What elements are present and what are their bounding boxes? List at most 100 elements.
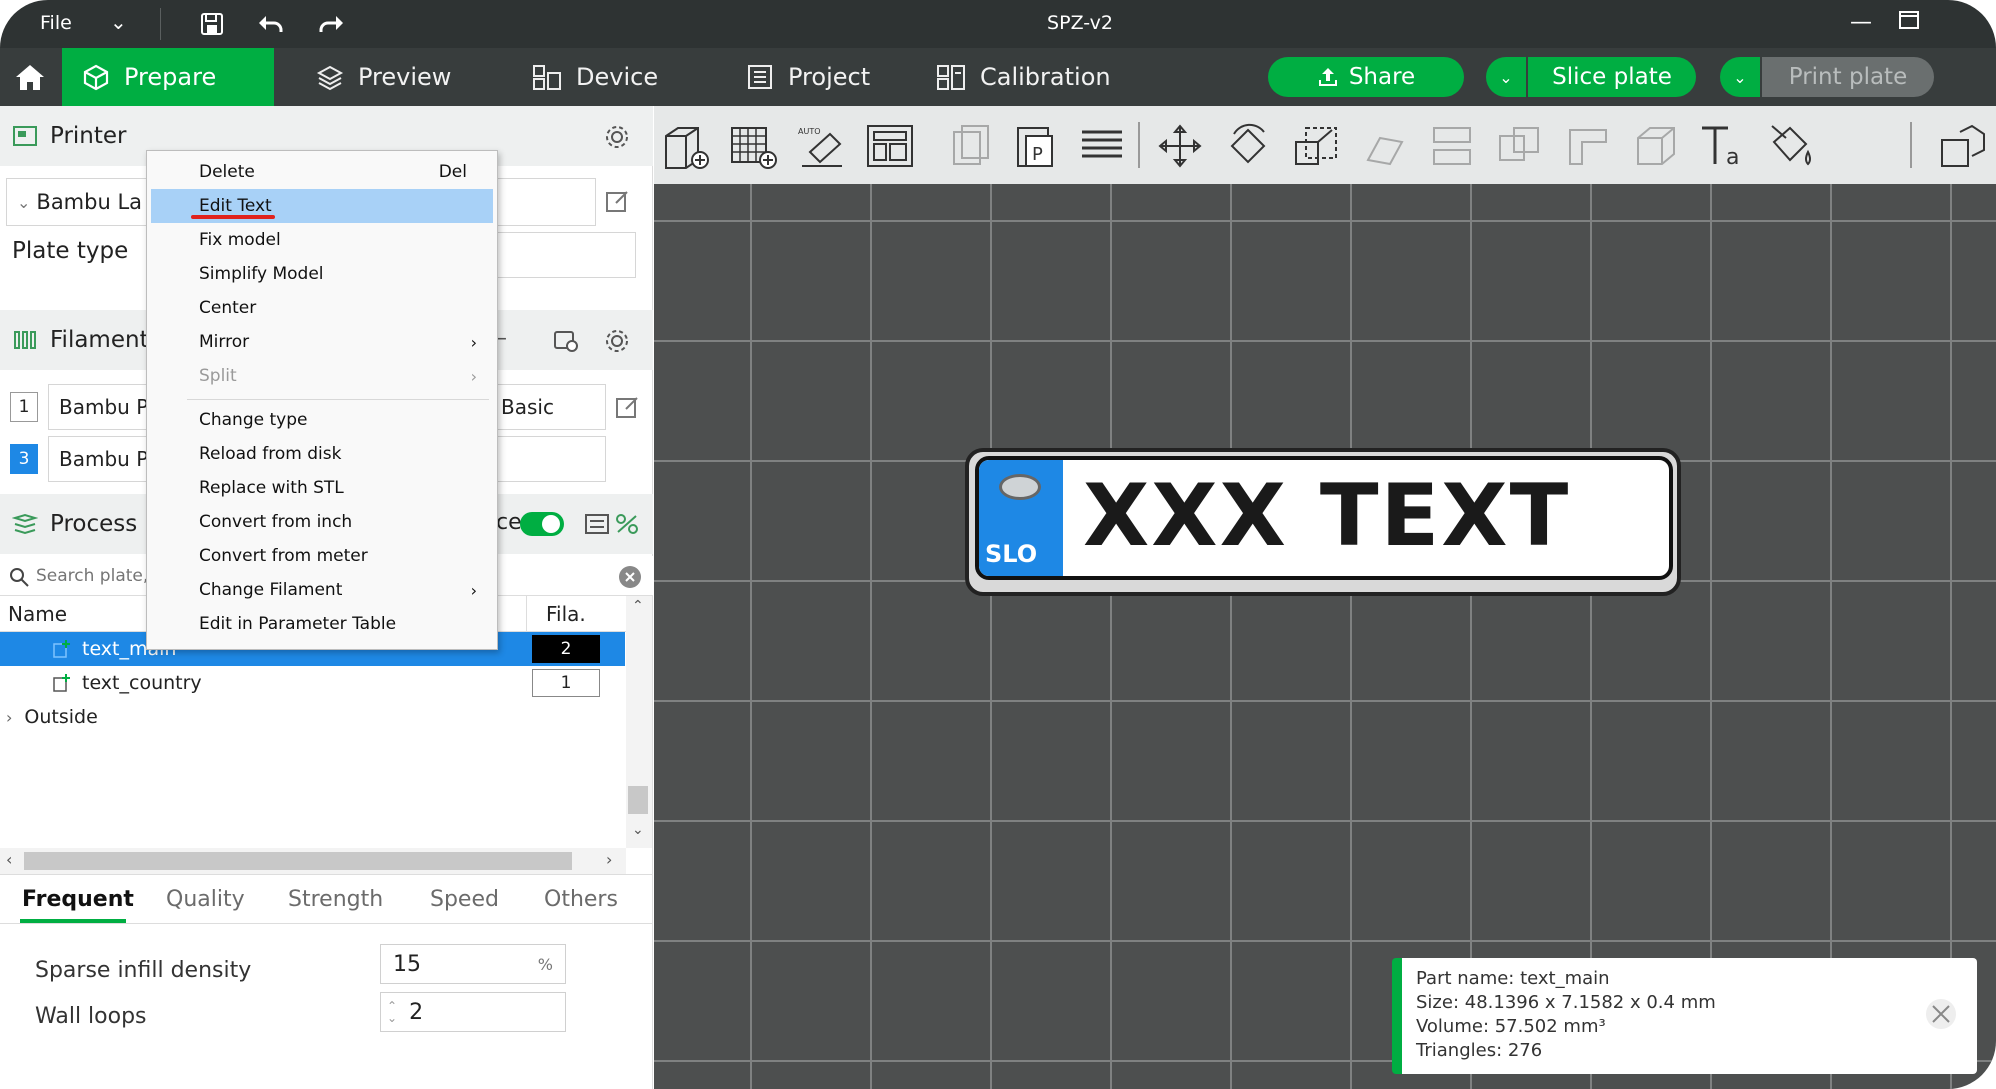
horizontal-scrollbar[interactable]: ‹ ›	[0, 848, 626, 874]
minimize-icon[interactable]: —	[1850, 10, 1872, 35]
sparse-infill-value: 15	[393, 951, 421, 977]
print-dropdown-chevron-icon[interactable]: ⌄	[1720, 57, 1760, 97]
add-object-icon[interactable]	[658, 120, 714, 172]
copy-icon[interactable]	[944, 120, 1000, 172]
lay-on-face-icon[interactable]	[1356, 120, 1412, 172]
app-window: File ⌄ SPZ-v2 — Prepare Preview Device P…	[0, 0, 1996, 1089]
list-view-icon[interactable]	[584, 512, 610, 536]
add-plate-icon[interactable]	[726, 120, 782, 172]
seam-paint-icon[interactable]	[1628, 120, 1684, 172]
maximize-icon[interactable]	[1898, 10, 1920, 36]
filament-sync-icon[interactable]	[552, 328, 580, 354]
filament-icon	[14, 331, 36, 349]
menu-label: Fix model	[199, 230, 281, 250]
wall-loops-stepper[interactable]: ⌃ ⌄ 2	[380, 992, 566, 1032]
boolean-icon[interactable]	[1492, 120, 1548, 172]
compare-icon[interactable]	[614, 512, 640, 536]
part-volume-text: Volume: 57.502 mm³	[1416, 1016, 1606, 1037]
tab-preview[interactable]: Preview	[296, 48, 471, 106]
tab-frequent[interactable]: Frequent	[22, 887, 134, 912]
tab-quality[interactable]: Quality	[166, 887, 245, 912]
keyring-hole	[999, 474, 1041, 500]
svg-text:a: a	[1726, 145, 1739, 170]
tab-others[interactable]: Others	[544, 887, 618, 912]
text-part-icon	[53, 674, 70, 692]
menu-item-mirror[interactable]: Mirror ›	[147, 325, 497, 359]
table-row[interactable]: text_country 1	[0, 666, 625, 700]
tab-project[interactable]: Project	[726, 48, 890, 106]
menu-label: Mirror	[199, 332, 250, 352]
chevron-down-icon: ⌄	[17, 192, 31, 212]
menu-item-simplify-model[interactable]: Simplify Model	[147, 257, 497, 291]
filament-index[interactable]: 1	[532, 669, 600, 697]
plate-type-select[interactable]	[496, 232, 636, 278]
assembly-icon[interactable]	[1936, 120, 1992, 172]
column-name[interactable]: Name	[8, 602, 67, 626]
stepper-arrows-icon[interactable]: ⌃ ⌄	[387, 1000, 397, 1024]
filament-name: Bambu Pl	[59, 395, 154, 419]
tab-prepare[interactable]: Prepare	[62, 48, 274, 106]
arrange-icon[interactable]	[862, 120, 918, 172]
tab-strength[interactable]: Strength	[288, 887, 383, 912]
menu-item-center[interactable]: Center	[147, 291, 497, 325]
advanced-toggle[interactable]	[520, 512, 564, 536]
gear-icon[interactable]	[604, 328, 630, 354]
cut-icon[interactable]	[1424, 120, 1480, 172]
home-icon[interactable]	[0, 48, 60, 106]
auto-orient-icon[interactable]: AUTO	[794, 120, 850, 172]
menu-label: Change type	[199, 410, 308, 430]
sparse-infill-input[interactable]: 15 %	[380, 944, 566, 984]
vertical-scrollbar[interactable]: ⌃ ⌄	[626, 596, 652, 848]
menu-item-convert-from-inch[interactable]: Convert from inch	[147, 505, 497, 539]
chevron-right-icon[interactable]: ›	[6, 708, 12, 727]
process-icon	[12, 513, 38, 535]
menu-item-replace-with-stl[interactable]: Replace with STL	[147, 471, 497, 505]
menu-item-fix-model[interactable]: Fix model	[147, 223, 497, 257]
slice-dropdown-chevron-icon[interactable]: ⌄	[1486, 57, 1526, 97]
text-tool-icon[interactable]: a	[1696, 120, 1752, 172]
rotate-icon[interactable]	[1220, 120, 1276, 172]
color-paint-icon[interactable]	[1764, 120, 1820, 172]
menu-item-delete[interactable]: Delete Del	[147, 155, 497, 189]
plate-face: SLO XXX TEXT	[975, 456, 1673, 580]
3d-viewport[interactable]	[654, 184, 1996, 1089]
shortcut-label: Del	[438, 162, 467, 182]
close-icon[interactable]	[1925, 998, 1957, 1030]
share-button[interactable]: Share	[1268, 57, 1464, 97]
menu-item-convert-from-meter[interactable]: Convert from meter	[147, 539, 497, 573]
filament-label: Filament	[50, 327, 149, 353]
part-triangles-text: Triangles: 276	[1416, 1040, 1543, 1061]
menu-label: Simplify Model	[199, 264, 324, 284]
tab-speed[interactable]: Speed	[430, 887, 499, 912]
slice-plate-button[interactable]: Slice plate	[1528, 57, 1696, 97]
gear-icon[interactable]	[604, 124, 630, 150]
column-fila[interactable]: Fila.	[546, 602, 586, 626]
layers-list-icon[interactable]	[1074, 120, 1130, 172]
menu-item-reload-from-disk[interactable]: Reload from disk	[147, 437, 497, 471]
edit-icon[interactable]	[614, 394, 640, 420]
move-icon[interactable]	[1152, 120, 1208, 172]
process-tabs: Frequent Quality Strength Speed Others	[0, 874, 653, 924]
svg-text:AUTO: AUTO	[798, 127, 821, 136]
tab-calibration[interactable]: Calibration	[916, 48, 1131, 106]
edit-icon[interactable]	[604, 188, 630, 214]
plate-text[interactable]: XXX TEXT	[1083, 466, 1570, 566]
clear-search-icon[interactable]	[618, 565, 642, 589]
menu-item-edit-in-parameter-table[interactable]: Edit in Parameter Table	[147, 607, 497, 641]
menu-item-change-type[interactable]: Change type	[147, 403, 497, 437]
part-name-text: Part name: text_main	[1416, 968, 1610, 989]
tab-label: Device	[576, 63, 659, 91]
tab-device[interactable]: Device	[512, 48, 678, 106]
menu-item-change-filament[interactable]: Change Filament ›	[147, 573, 497, 607]
filament-index[interactable]: 2	[532, 635, 600, 663]
part-size-text: Size: 48.1396 x 7.1582 x 0.4 mm	[1416, 992, 1716, 1013]
country-band: SLO	[979, 460, 1063, 576]
support-paint-icon[interactable]	[1560, 120, 1616, 172]
red-underline-annotation	[191, 215, 275, 219]
license-plate-model[interactable]: SLO XXX TEXT	[965, 448, 1681, 596]
print-plate-button[interactable]: Print plate	[1762, 57, 1934, 97]
group-row[interactable]: › Outside	[0, 700, 625, 734]
printer-label: Printer	[50, 123, 127, 149]
paste-icon[interactable]: P	[1008, 120, 1064, 172]
scale-icon[interactable]	[1288, 120, 1344, 172]
